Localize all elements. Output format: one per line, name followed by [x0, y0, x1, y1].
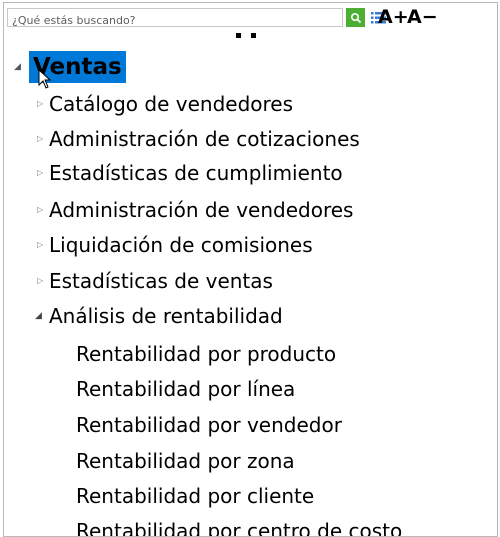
collapsed-arrow-icon[interactable]: ▷	[37, 89, 43, 119]
expanded-arrow-icon[interactable]: ◢	[35, 301, 42, 331]
collapsed-arrow-icon[interactable]: ▷	[37, 124, 43, 154]
tree-leaf-rentabilidad-cliente[interactable]: Rentabilidad por cliente	[76, 481, 314, 511]
tree-leaf-rentabilidad-linea[interactable]: Rentabilidad por línea	[76, 374, 295, 404]
tree-leaf-rentabilidad-producto[interactable]: Rentabilidad por producto	[76, 339, 336, 369]
menu-tree: ◢ Ventas ▷ Catálogo de vendedores ▷ Admi…	[4, 3, 497, 536]
font-increase-button[interactable]: A+	[378, 6, 409, 28]
expanded-arrow-icon[interactable]: ◢	[14, 62, 21, 72]
menu-panel: ◢ Ventas ▷ Catálogo de vendedores ▷ Admi…	[3, 2, 498, 537]
collapsed-arrow-icon[interactable]: ▷	[37, 158, 43, 188]
tree-leaf-rentabilidad-centro-costo[interactable]: Rentabilidad por centro de costo	[76, 516, 402, 536]
font-decrease-button[interactable]: A−	[407, 6, 438, 28]
collapsed-arrow-icon[interactable]: ▷	[37, 266, 43, 296]
mouse-pointer-icon	[38, 69, 52, 89]
collapsed-arrow-icon[interactable]: ▷	[37, 195, 43, 225]
toolbar: A+ A−	[4, 3, 497, 33]
search-button[interactable]	[346, 8, 365, 27]
partial-item-above	[236, 32, 266, 39]
search-field[interactable]	[7, 8, 343, 29]
search-input[interactable]	[8, 12, 342, 29]
search-icon	[350, 12, 361, 23]
tree-leaf-rentabilidad-vendedor[interactable]: Rentabilidad por vendedor	[76, 410, 342, 440]
tree-leaf-rentabilidad-zona[interactable]: Rentabilidad por zona	[76, 446, 295, 476]
collapsed-arrow-icon[interactable]: ▷	[37, 230, 43, 260]
